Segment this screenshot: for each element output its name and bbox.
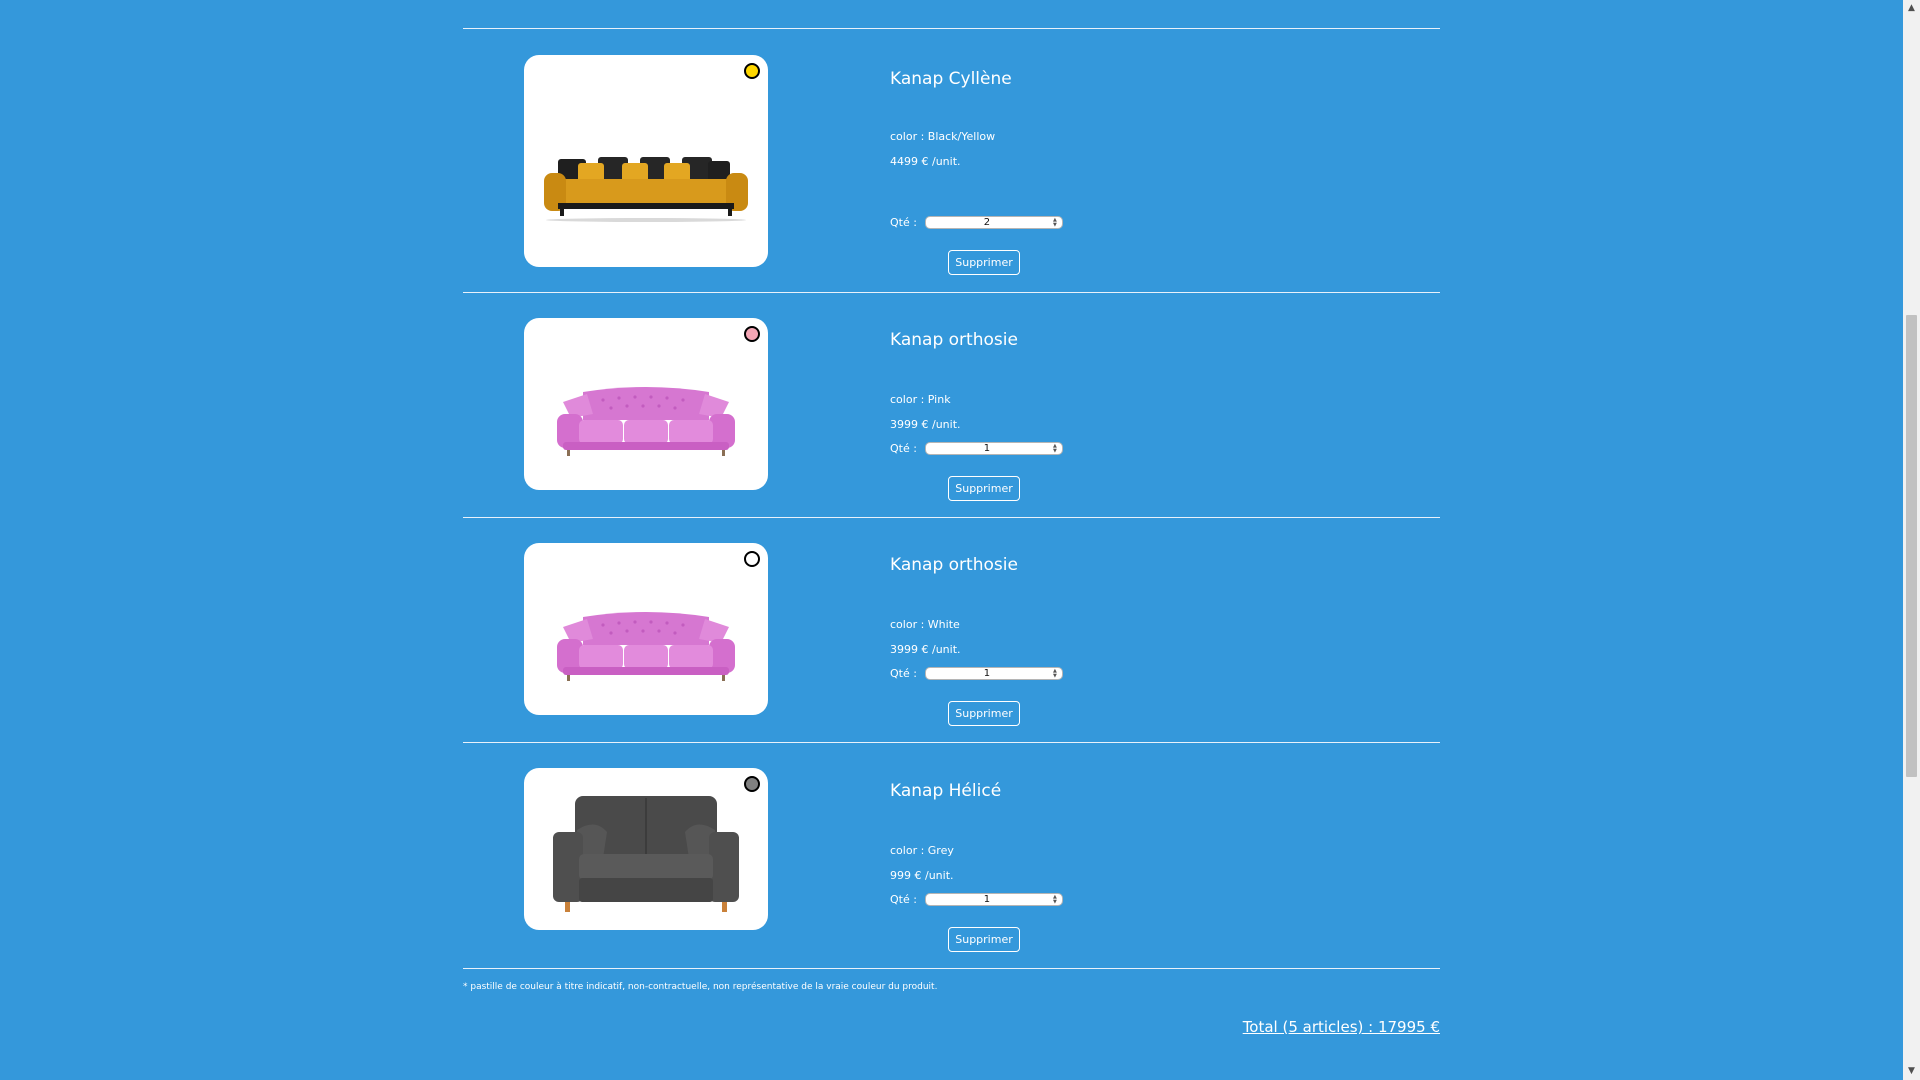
color-disclaimer: * pastille de couleur à titre indicatif,… bbox=[463, 982, 938, 992]
quantity-value: 1 bbox=[983, 894, 991, 905]
grey-sofa-image bbox=[553, 796, 739, 912]
quantity-input[interactable]: 2 ▲ ▼ bbox=[924, 216, 1063, 229]
product-name: Kanap Hélicé bbox=[890, 781, 1002, 801]
product-image bbox=[524, 55, 768, 267]
color-swatch bbox=[744, 326, 760, 342]
pink-sofa-image bbox=[557, 387, 735, 456]
quantity-spinner[interactable]: ▲ ▼ bbox=[1050, 668, 1060, 679]
color-swatch bbox=[744, 63, 760, 79]
quantity-label: Qté : bbox=[890, 442, 917, 455]
quantity-label: Qté : bbox=[890, 216, 917, 229]
cart-item: Kanap Hélicé color : Grey 999 € /unit. Q… bbox=[463, 768, 1440, 968]
product-color: color : Black/Yellow bbox=[890, 130, 996, 143]
quantity-label: Qté : bbox=[890, 893, 917, 906]
quantity-value: 2 bbox=[983, 217, 991, 228]
cart-item: Kanap Cyllène color : Black/Yellow 4499 … bbox=[463, 55, 1440, 292]
product-price: 999 € /unit. bbox=[890, 869, 954, 882]
quantity-input[interactable]: 1 ▲ ▼ bbox=[924, 667, 1063, 680]
product-color: color : White bbox=[890, 618, 960, 631]
product-image bbox=[524, 543, 768, 715]
quantity-spinner[interactable]: ▲ ▼ bbox=[1050, 894, 1060, 905]
divider bbox=[463, 292, 1440, 293]
cart-total[interactable]: Total (5 articles) : 17995 € bbox=[1243, 1018, 1440, 1036]
divider bbox=[463, 742, 1440, 743]
scroll-up-icon[interactable]: ▲ bbox=[1903, 0, 1920, 17]
delete-button[interactable]: Supprimer bbox=[948, 250, 1020, 275]
delete-button[interactable]: Supprimer bbox=[948, 701, 1020, 726]
quantity-row: Qté : 1 ▲ ▼ bbox=[890, 442, 1063, 455]
quantity-input[interactable]: 1 ▲ ▼ bbox=[924, 442, 1063, 455]
product-color: color : Grey bbox=[890, 844, 954, 857]
product-price: 3999 € /unit. bbox=[890, 643, 961, 656]
divider bbox=[463, 968, 1440, 969]
quantity-value: 1 bbox=[983, 668, 991, 679]
pink-sofa-image bbox=[557, 612, 735, 681]
divider bbox=[463, 517, 1440, 518]
cart-item: Kanap orthosie color : White 3999 € /uni… bbox=[463, 543, 1440, 743]
quantity-spinner[interactable]: ▲ ▼ bbox=[1050, 443, 1060, 454]
vertical-scrollbar[interactable]: ▲ ▼ bbox=[1903, 0, 1920, 1080]
quantity-spinner[interactable]: ▲ ▼ bbox=[1050, 217, 1060, 228]
cart-page: Kanap Cyllène color : Black/Yellow 4499 … bbox=[0, 0, 1920, 1080]
quantity-label: Qté : bbox=[890, 667, 917, 680]
color-swatch bbox=[744, 776, 760, 792]
product-name: Kanap Cyllène bbox=[890, 69, 1012, 89]
scroll-down-icon[interactable]: ▼ bbox=[1903, 1063, 1920, 1080]
color-swatch bbox=[744, 551, 760, 567]
quantity-row: Qté : 1 ▲ ▼ bbox=[890, 667, 1063, 680]
product-name: Kanap orthosie bbox=[890, 330, 1018, 350]
product-price: 3999 € /unit. bbox=[890, 418, 961, 431]
product-image bbox=[524, 768, 768, 930]
quantity-input[interactable]: 1 ▲ ▼ bbox=[924, 893, 1063, 906]
product-name: Kanap orthosie bbox=[890, 555, 1018, 575]
product-color: color : Pink bbox=[890, 393, 951, 406]
quantity-value: 1 bbox=[983, 443, 991, 454]
delete-button[interactable]: Supprimer bbox=[948, 927, 1020, 952]
cart-item: Kanap orthosie color : Pink 3999 € /unit… bbox=[463, 318, 1440, 518]
product-image bbox=[524, 318, 768, 490]
delete-button[interactable]: Supprimer bbox=[948, 476, 1020, 501]
yellow-sofa-image bbox=[544, 157, 748, 222]
scroll-thumb[interactable] bbox=[1906, 315, 1917, 777]
quantity-row: Qté : 2 ▲ ▼ bbox=[890, 216, 1063, 229]
product-price: 4499 € /unit. bbox=[890, 155, 961, 168]
quantity-row: Qté : 1 ▲ ▼ bbox=[890, 893, 1063, 906]
divider bbox=[463, 28, 1440, 29]
